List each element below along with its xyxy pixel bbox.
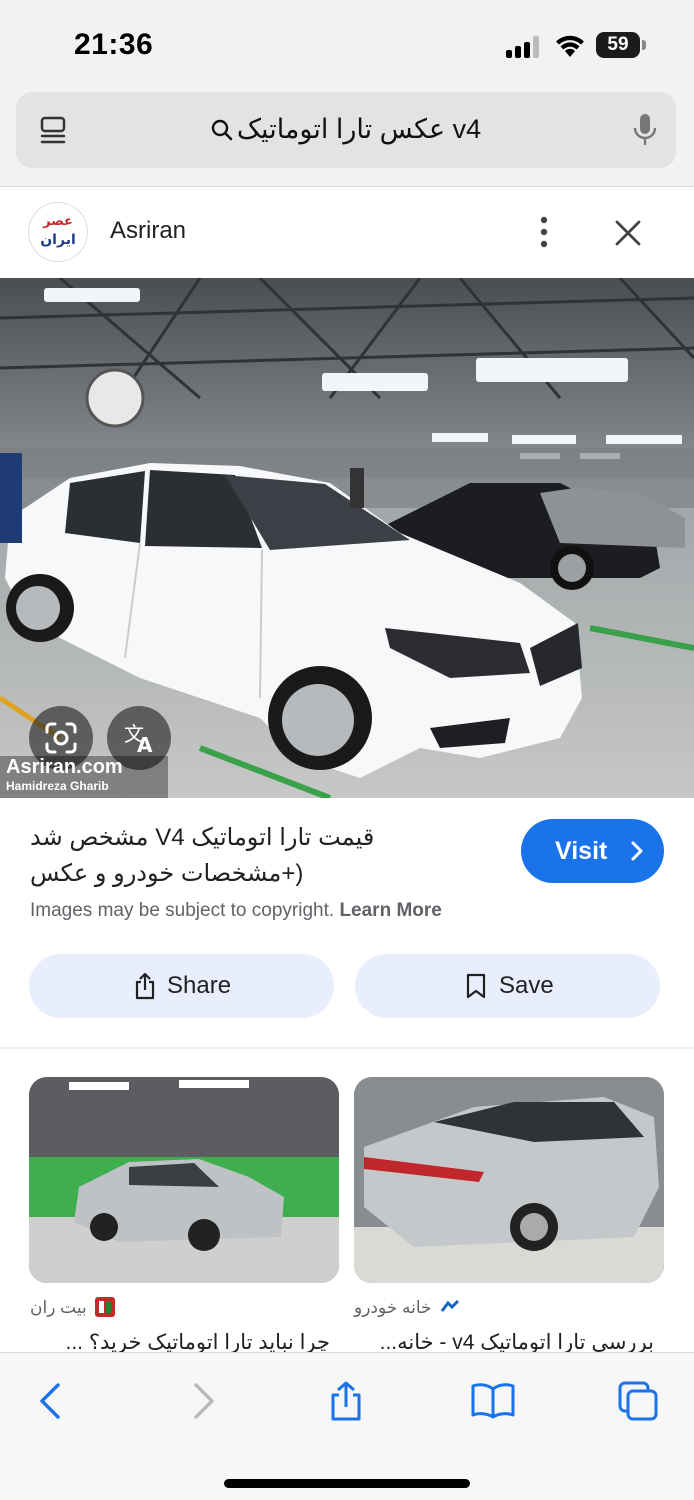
section-divider	[0, 1047, 694, 1049]
result-title-line2: (+مشخصات خودرو و عکس	[30, 860, 304, 887]
bookmark-icon	[466, 973, 486, 999]
forward-icon[interactable]	[182, 1381, 222, 1421]
favicon-icon	[94, 1297, 115, 1317]
svg-text:A: A	[137, 733, 153, 757]
address-bar[interactable]: عکس تارا اتوماتیک v4	[16, 92, 676, 168]
back-icon[interactable]	[32, 1381, 72, 1421]
visit-label: Visit	[555, 837, 608, 865]
wifi-icon	[556, 35, 584, 57]
battery-level: 59	[596, 32, 640, 58]
image-source-header: عصر ایران Asriran	[0, 186, 694, 278]
battery-icon: 59	[596, 32, 646, 58]
visit-button[interactable]: Visit	[521, 819, 664, 883]
save-label: Save	[499, 972, 554, 999]
copyright-text: Images may be subject to copyright.	[30, 900, 335, 921]
search-query[interactable]: عکس تارا اتوماتیک v4	[16, 114, 676, 145]
more-options-icon[interactable]	[532, 215, 556, 249]
share-label: Share	[167, 972, 232, 999]
favicon-icon	[440, 1299, 459, 1312]
search-icon	[211, 119, 233, 141]
microphone-icon[interactable]	[632, 112, 658, 148]
source-name[interactable]: Asriran	[110, 217, 186, 245]
bookmarks-icon[interactable]	[470, 1381, 516, 1421]
tabs-icon[interactable]	[618, 1381, 658, 1421]
related-image[interactable]	[354, 1077, 664, 1283]
share-icon	[135, 972, 155, 1000]
related-source-name: بیت ران	[30, 1298, 87, 1317]
result-title: قیمت تارا اتوماتیک V4 مشخص شد (+مشخصات خ…	[30, 820, 500, 892]
cellular-signal-icon	[506, 36, 544, 58]
related-car-photo-1	[29, 1077, 339, 1283]
chevron-right-icon	[631, 841, 643, 861]
browser-address-area: عکس تارا اتوماتیک v4	[0, 90, 694, 186]
watermark-author: Hamidreza Gharib	[6, 779, 109, 793]
learn-more-link[interactable]: Learn More	[339, 900, 441, 921]
related-image[interactable]	[29, 1077, 339, 1283]
source-logo-text-top: عصر	[43, 213, 73, 228]
main-image[interactable]: 文 A Asriran.com Hamidreza Gharib	[0, 278, 694, 798]
source-logo-text-bottom: ایران	[40, 231, 76, 247]
source-logo[interactable]: عصر ایران	[28, 202, 88, 262]
result-title-line1: قیمت تارا اتوماتیک V4 مشخص شد	[30, 824, 375, 851]
status-time: 21:36	[74, 28, 154, 61]
share-sheet-icon[interactable]	[326, 1381, 366, 1421]
save-button[interactable]: Save	[355, 954, 660, 1018]
related-title[interactable]: چرا نباید تارا اتوماتیک خرید؟ ...	[30, 1330, 330, 1352]
image-watermark: Asriran.com Hamidreza Gharib	[0, 756, 168, 798]
related-source-name: خانه خودرو	[354, 1298, 432, 1317]
close-icon[interactable]	[612, 217, 644, 249]
related-source: بیت ران	[30, 1297, 330, 1318]
car-photo	[0, 278, 694, 798]
copyright-notice: Images may be subject to copyright. Lear…	[30, 900, 442, 922]
related-title[interactable]: بررسی تارا اتوماتیک v4 - خانه...	[354, 1330, 654, 1352]
related-source: خانه خودرو	[354, 1297, 654, 1318]
share-button[interactable]: Share	[29, 954, 334, 1018]
search-query-text: عکس تارا اتوماتیک v4	[236, 114, 482, 144]
related-car-photo-2	[354, 1077, 664, 1283]
status-bar: 21:36 59	[0, 0, 694, 90]
watermark-site: Asriran.com	[6, 756, 123, 778]
browser-toolbar	[0, 1352, 694, 1500]
home-indicator	[224, 1479, 470, 1488]
